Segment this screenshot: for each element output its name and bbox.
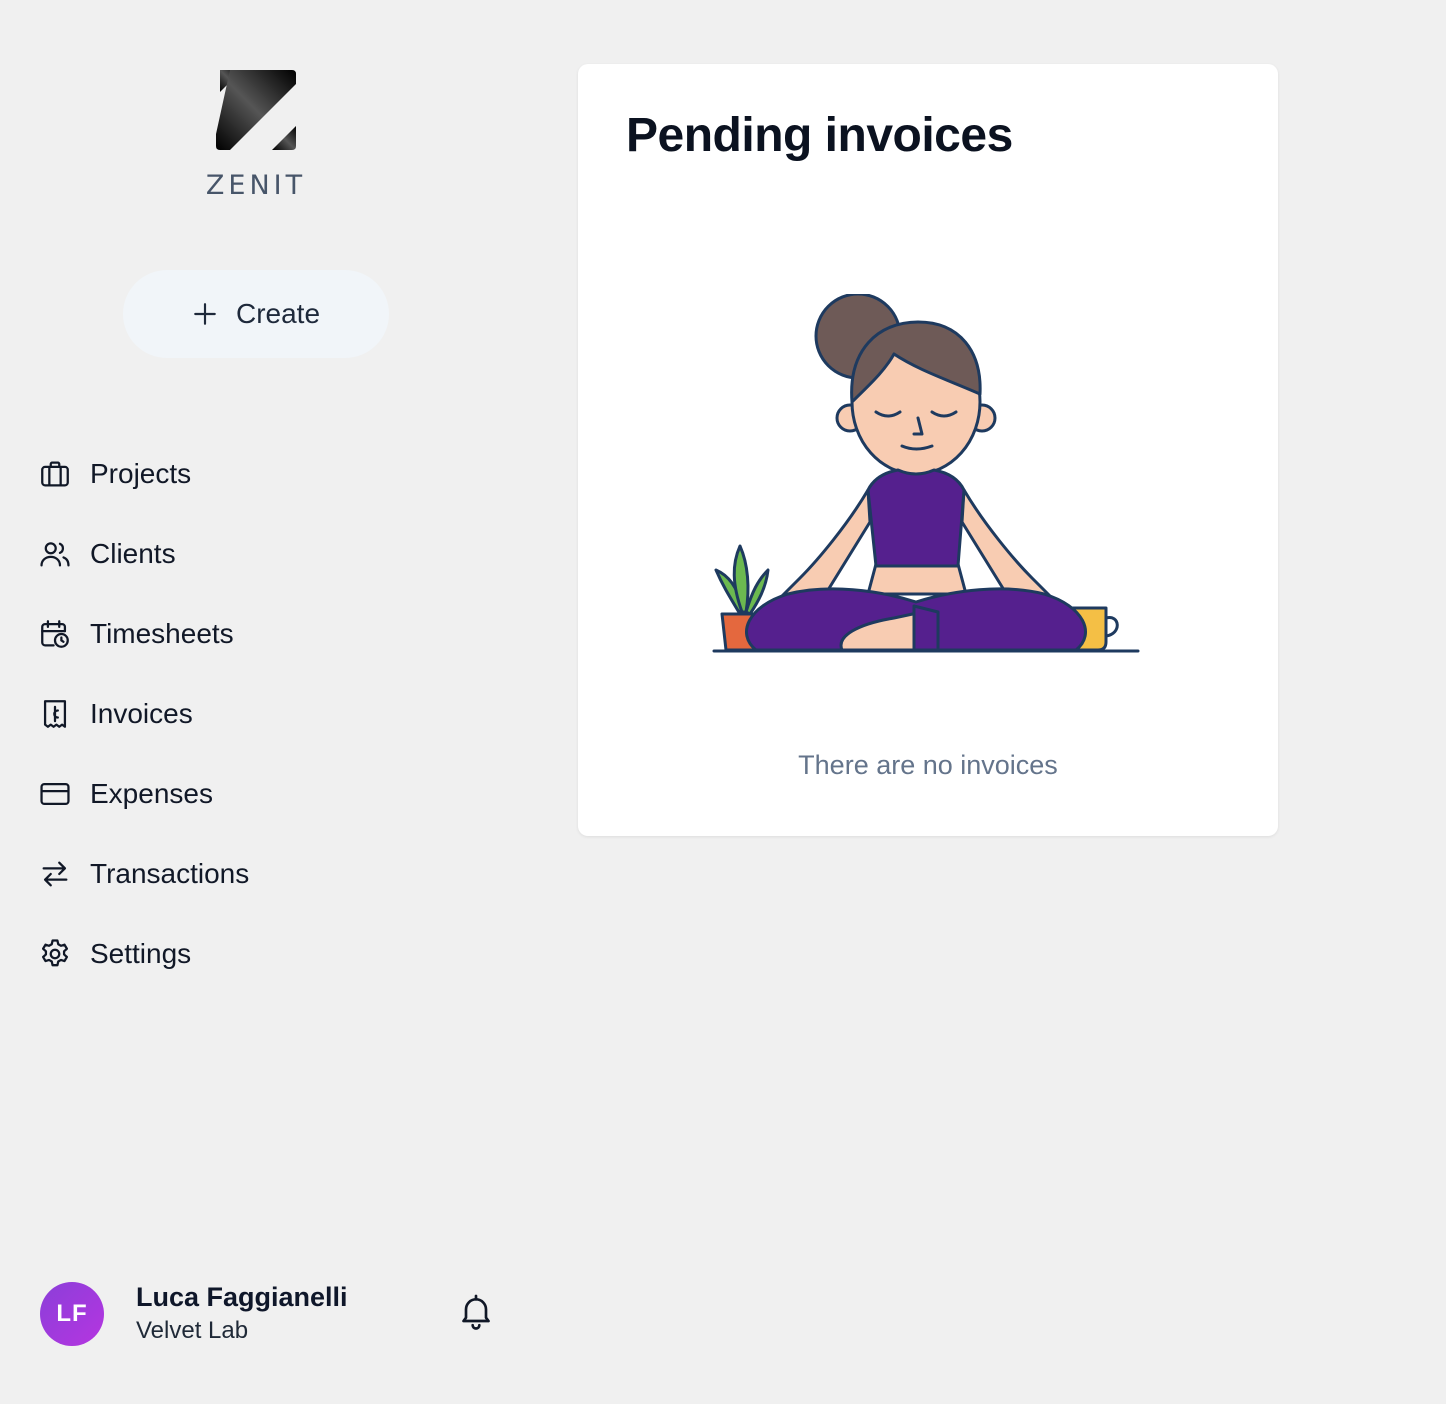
- user-name: Luca Faggianelli: [136, 1282, 348, 1312]
- nav-item-projects[interactable]: Projects: [38, 434, 249, 514]
- create-button-label: Create: [235, 298, 321, 329]
- main-nav: Projects Clients Timesheets Invoices Exp…: [38, 434, 249, 994]
- nav-item-expenses[interactable]: Expenses: [38, 754, 249, 834]
- nav-item-invoices[interactable]: Invoices: [38, 674, 249, 754]
- user-profile[interactable]: LF Luca Faggianelli Velvet Lab: [40, 1280, 348, 1348]
- zenit-logo[interactable]: [214, 68, 298, 152]
- briefcase-icon: [41, 461, 69, 487]
- create-button[interactable]: Create: [123, 270, 389, 358]
- nav-label-projects: Projects: [90, 458, 192, 489]
- pending-invoices-card: Pending invoices There are no invoices: [578, 64, 1278, 836]
- nav-label-expenses: Expenses: [90, 778, 213, 809]
- nav-label-transactions: Transactions: [90, 858, 250, 889]
- credit-card-icon: [40, 782, 70, 806]
- brand-name: ZENIT: [205, 170, 307, 201]
- nav-item-timesheets[interactable]: Timesheets: [38, 594, 249, 674]
- user-organization: Velvet Lab: [136, 1317, 249, 1344]
- plus-icon: [194, 303, 216, 325]
- nav-label-clients: Clients: [90, 538, 176, 569]
- arrows-exchange-icon: [42, 861, 68, 887]
- card-title: Pending invoices: [626, 109, 1013, 162]
- mug-handle: [1104, 616, 1119, 638]
- avatar: LF: [40, 1282, 104, 1346]
- calendar-clock-icon: [41, 620, 69, 648]
- sidebar: ZENIT Create Projects Clients Timesheets…: [0, 0, 540, 1404]
- gear-icon: [41, 939, 69, 967]
- nav-item-transactions[interactable]: Transactions: [38, 834, 249, 914]
- receipt-icon: [43, 700, 67, 728]
- user-info: Luca Faggianelli Velvet Lab: [136, 1280, 348, 1348]
- nav-label-settings: Settings: [90, 938, 192, 969]
- nav-item-clients[interactable]: Clients: [38, 514, 249, 594]
- nav-label-invoices: Invoices: [90, 698, 193, 729]
- users-icon: [40, 542, 70, 567]
- app: ZENIT Create Projects Clients Timesheets…: [0, 0, 1446, 1404]
- nav-label-timesheets: Timesheets: [90, 618, 234, 649]
- empty-state-message: There are no invoices: [798, 750, 1058, 780]
- meditation-illustration: [712, 294, 1140, 653]
- notifications-bell-icon[interactable]: [456, 1290, 496, 1332]
- nav-item-settings[interactable]: Settings: [38, 914, 249, 994]
